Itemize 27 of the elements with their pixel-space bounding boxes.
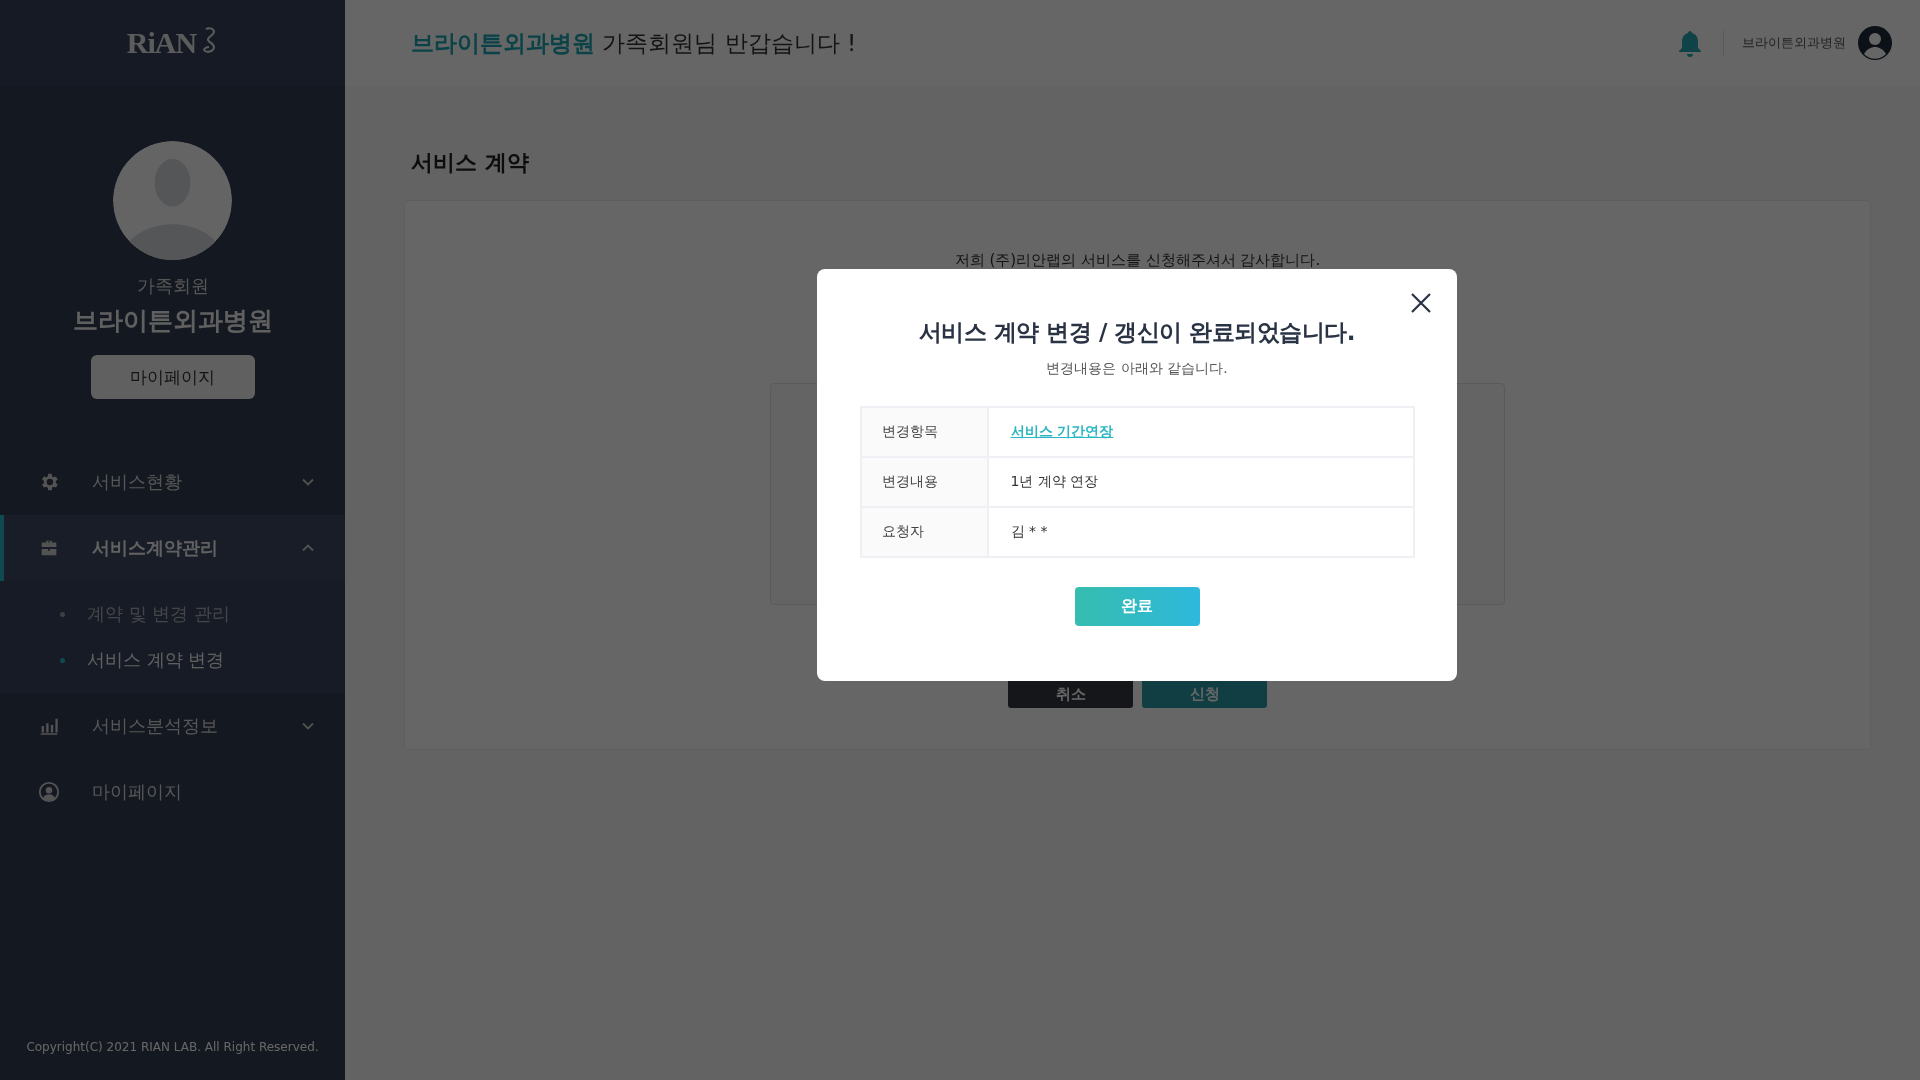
intro-text: 저희 (주)리안랩의 서비스를 신청해주셔서 감사합니다. [954,251,1321,270]
table-label-cell: 요청자 [860,507,988,557]
user-circle-icon [38,781,60,803]
table-label-cell: 변경항목 [860,407,988,457]
logo-text: RiAN [126,26,197,60]
table-value: 김 * * [1010,523,1048,539]
member-role: 가족회원 [136,274,209,298]
copyright-text: Copyright(C) 2021 RIAN LAB. All Right Reserved. [26,1040,319,1054]
user-avatar-icon[interactable] [1858,26,1892,60]
table-value: 1년 계약 연장 [1010,473,1099,489]
complete-button[interactable]: 완료 [1074,587,1200,626]
menu-item[interactable]: 서비스계약관리 [0,515,345,581]
menu-item[interactable]: 서비스분석정보 [0,693,345,759]
table-label-cell: 변경내용 [860,457,988,507]
greeting-text: 브라이튼외과병원 가족회원님 반갑습니다 ! [411,28,857,58]
detail-link[interactable]: 서비스 기간연장 [1010,423,1114,439]
user-name: 브라이튼외과병원 [1742,34,1846,52]
notification-bell-icon[interactable] [1677,29,1703,57]
modal-title: 서비스 계약 변경 / 갱신이 완료되었습니다. [918,318,1356,347]
member-name: 브라이튼외과병원 [72,305,273,337]
menu-item[interactable]: 마이페이지 [0,759,345,825]
menu-item[interactable]: 서비스현황 [0,449,345,515]
modal-subtitle: 변경내용은 아래와 같습니다. [1046,360,1228,378]
submenu-item[interactable]: 서비스 계약 변경 [0,647,345,673]
page-title: 서비스 계약 [411,149,530,177]
mypage-button[interactable]: 마이페이지 [90,355,255,399]
avatar-icon [113,141,232,260]
